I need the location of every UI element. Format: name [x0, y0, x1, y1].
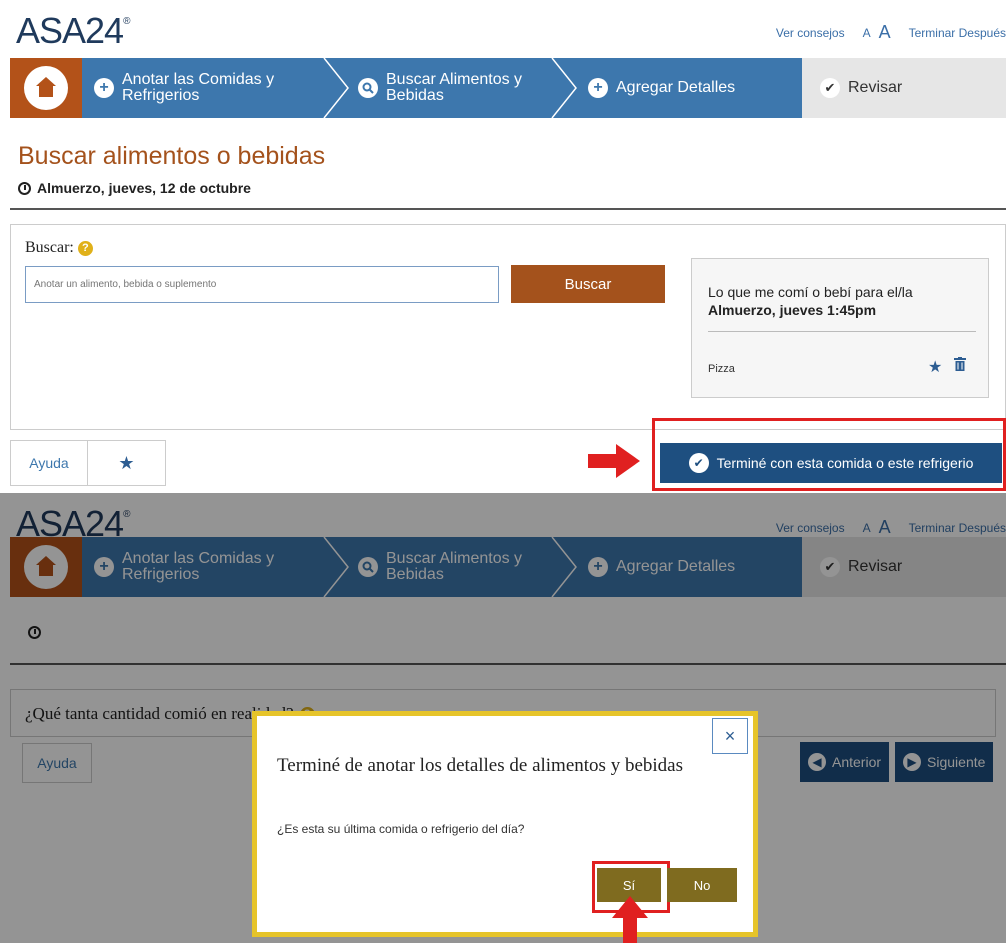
eaten-list-panel: Lo que me comí o bebí para el/la Almuerz…: [691, 258, 989, 398]
dialog-question: ¿Es esta su última comida o refrigerio d…: [277, 822, 525, 836]
help-button[interactable]: Ayuda: [10, 440, 88, 486]
search-button[interactable]: Buscar: [511, 265, 665, 303]
eaten-list-title: Lo que me comí o bebí para el/la Almuerz…: [708, 284, 913, 318]
home-icon: [36, 77, 56, 97]
star-icon: ★: [118, 452, 135, 473]
step-chevron: [551, 58, 577, 118]
favorites-star-button[interactable]: ★: [88, 440, 166, 486]
divider: [708, 331, 976, 332]
red-arrow-right-icon: [588, 444, 640, 478]
dialog-title: Terminé de anotar los detalles de alimen…: [277, 755, 683, 776]
home-button[interactable]: [10, 58, 82, 118]
star-icon[interactable]: ★: [928, 357, 942, 377]
confirm-dialog: × Terminé de anotar los detalles de alim…: [252, 711, 758, 937]
plus-circle-icon: +: [588, 78, 608, 98]
page-title: Buscar alimentos o bebidas: [18, 142, 326, 170]
step-record-meals[interactable]: + Anotar las Comidas y Refrigerios: [94, 58, 274, 118]
step-review[interactable]: ✔ Revisar: [820, 58, 902, 118]
search-label: Buscar: ?: [25, 239, 93, 257]
step-chevron: [323, 58, 349, 118]
meal-label: Almuerzo, jueves, 12 de octubre: [37, 180, 251, 196]
close-button[interactable]: ×: [712, 718, 748, 754]
search-screen: ASA24® Ver consejos A A Terminar Después…: [0, 0, 1006, 493]
asa24-logo: ASA24®: [16, 10, 131, 51]
clock-icon: [18, 181, 31, 195]
food-item: Pizza: [708, 363, 735, 375]
header-links: Ver consejos A A Terminar Después: [776, 22, 1006, 43]
detail-screen-with-dialog: ASA24® Ver consejos A A Terminar Después…: [0, 493, 1006, 943]
help-question-icon[interactable]: ?: [77, 240, 93, 256]
font-large-button[interactable]: A: [879, 22, 891, 43]
search-circle-icon: [358, 78, 378, 98]
tips-link[interactable]: Ver consejos: [776, 26, 845, 40]
step-chevron-last: [780, 58, 802, 118]
divider: [10, 208, 1006, 210]
finish-later-link[interactable]: Terminar Después: [909, 26, 1006, 40]
plus-circle-icon: +: [94, 78, 114, 98]
no-button[interactable]: No: [667, 868, 737, 902]
meal-info: Almuerzo, jueves, 12 de octubre: [18, 180, 251, 196]
trash-icon[interactable]: [954, 357, 966, 374]
red-arrow-up-icon: [612, 896, 648, 943]
check-circle-icon: ✔: [820, 78, 840, 98]
done-with-meal-button[interactable]: ✔ Terminé con esta comida o este refrige…: [660, 443, 1002, 483]
search-panel: Buscar: ? Buscar Lo que me comí o bebí p…: [10, 224, 1006, 430]
footer-actions: Ayuda ★: [10, 440, 166, 486]
search-input[interactable]: [25, 266, 499, 303]
check-circle-icon: ✔: [688, 453, 709, 473]
step-add-details[interactable]: + Agregar Detalles: [588, 58, 735, 118]
step-search-foods[interactable]: Buscar Alimentos y Bebidas: [358, 58, 522, 118]
progress-nav: + Anotar las Comidas y Refrigerios Buscar…: [10, 58, 1006, 118]
font-small-button[interactable]: A: [863, 26, 871, 40]
